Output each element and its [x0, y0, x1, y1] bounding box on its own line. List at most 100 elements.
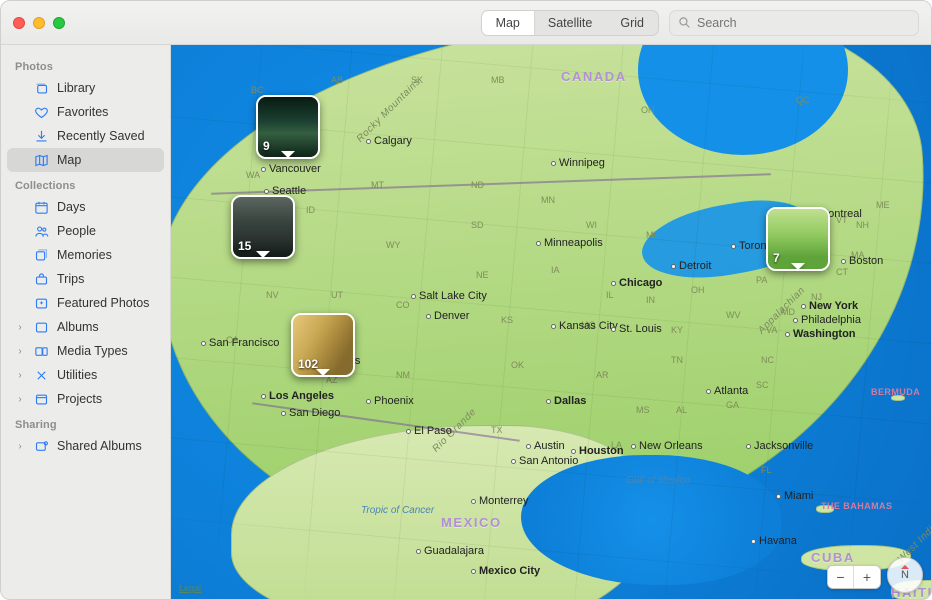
cluster-pointer-icon	[316, 369, 330, 377]
sidebar-item-projects[interactable]: › Projects	[7, 387, 164, 411]
zoom-controls: − +	[827, 565, 881, 589]
state-label: ME	[876, 200, 890, 210]
state-label: FL	[761, 465, 772, 475]
city-name: Los Angeles	[269, 390, 334, 402]
state-label: NH	[856, 220, 869, 230]
zoom-out-button[interactable]: −	[828, 566, 854, 588]
view-mode-satellite[interactable]: Satellite	[534, 11, 606, 35]
sidebar-item-favorites[interactable]: Favorites	[7, 100, 164, 124]
disclosure-chevron-icon[interactable]: ›	[15, 394, 25, 405]
city-label: New Orleans	[631, 440, 703, 452]
download-icon	[33, 128, 49, 144]
city-name: Houston	[579, 445, 624, 457]
disclosure-chevron-icon[interactable]: ›	[15, 346, 25, 357]
heart-icon	[33, 104, 49, 120]
city-label: Salt Lake City	[411, 290, 487, 302]
compass-button[interactable]: N	[887, 557, 923, 593]
sidebar-item-media-types[interactable]: ›Media Types	[7, 339, 164, 363]
city-dot-icon	[746, 444, 751, 449]
calendar-icon	[33, 199, 49, 215]
disclosure-chevron-icon[interactable]: ›	[15, 322, 25, 333]
sidebar-item-label: Map	[57, 153, 156, 167]
city-label: Jacksonville	[746, 440, 813, 452]
sidebar-item-recently-saved[interactable]: Recently Saved	[7, 124, 164, 148]
suitcase-icon	[33, 271, 49, 287]
sidebar-item-shared-albums[interactable]: ›Shared Albums	[7, 434, 164, 458]
close-window-button[interactable]	[13, 17, 25, 29]
city-name: Guadalajara	[424, 545, 484, 557]
sidebar-item-library[interactable]: Library	[7, 76, 164, 100]
state-label: AB	[331, 75, 343, 85]
state-label: AL	[676, 405, 687, 415]
state-label: MB	[491, 75, 505, 85]
city-label: Atlanta	[706, 385, 748, 397]
disclosure-chevron-icon[interactable]: ›	[15, 370, 25, 381]
state-label: WV	[726, 310, 741, 320]
sidebar-section-label: Photos	[7, 53, 164, 76]
city-label: Los Angeles	[261, 390, 334, 402]
photo-cluster[interactable]: 15	[231, 195, 295, 259]
search-input[interactable]	[697, 16, 910, 30]
state-label: ON	[641, 105, 655, 115]
sidebar-item-label: Favorites	[57, 105, 156, 119]
city-name: Phoenix	[374, 395, 414, 407]
city-dot-icon	[411, 294, 416, 299]
disclosure-chevron-icon[interactable]: ›	[15, 441, 25, 452]
state-label: IL	[606, 290, 614, 300]
state-label: QC	[796, 95, 810, 105]
city-dot-icon	[801, 304, 806, 309]
city-label: Chicago	[611, 277, 662, 289]
view-mode-segmented-control[interactable]: MapSatelliteGrid	[481, 10, 659, 36]
state-label: NC	[761, 355, 774, 365]
map-viewport[interactable]: CANADAMEXICOCUBAHAITIBERMUDATHE BAHAMASP…	[171, 45, 931, 599]
state-label: MT	[371, 180, 384, 190]
city-dot-icon	[264, 189, 269, 194]
city-label: Kansas City	[551, 320, 618, 332]
memories-icon	[33, 247, 49, 263]
window-controls	[13, 17, 65, 29]
sidebar-item-people[interactable]: People	[7, 219, 164, 243]
view-mode-grid[interactable]: Grid	[606, 11, 658, 35]
photo-cluster[interactable]: 7	[766, 207, 830, 271]
search-field[interactable]	[669, 10, 919, 36]
sidebar-item-trips[interactable]: Trips	[7, 267, 164, 291]
state-label: PA	[756, 275, 767, 285]
state-label: NV	[266, 290, 279, 300]
photo-cluster[interactable]: 9	[256, 95, 320, 159]
state-label: ID	[306, 205, 315, 215]
city-dot-icon	[571, 449, 576, 454]
city-dot-icon	[511, 459, 516, 464]
state-label: UT	[331, 290, 343, 300]
sidebar-item-days[interactable]: Days	[7, 195, 164, 219]
city-label: El Paso	[406, 425, 452, 437]
water-label: Tropic of Cancer	[361, 505, 434, 516]
state-label: SC	[756, 380, 769, 390]
sidebar-item-memories[interactable]: Memories	[7, 243, 164, 267]
city-label: San Francisco	[201, 337, 279, 349]
sidebar-section-label: Sharing	[7, 411, 164, 434]
sidebar-item-map[interactable]: Map	[7, 148, 164, 172]
sidebar-item-utilities[interactable]: ›Utilities	[7, 363, 164, 387]
city-name: Denver	[434, 310, 469, 322]
city-label: Dallas	[546, 395, 586, 407]
sidebar-item-albums[interactable]: ›Albums	[7, 315, 164, 339]
city-dot-icon	[671, 264, 676, 269]
photo-cluster[interactable]: 102	[291, 313, 355, 377]
city-label: Phoenix	[366, 395, 414, 407]
city-dot-icon	[261, 167, 266, 172]
state-label: CO	[396, 300, 410, 310]
sidebar-item-label: Projects	[57, 392, 156, 406]
city-name: Calgary	[374, 135, 412, 147]
zoom-window-button[interactable]	[53, 17, 65, 29]
sidebar-item-featured[interactable]: Featured Photos	[7, 291, 164, 315]
city-dot-icon	[731, 244, 736, 249]
zoom-in-button[interactable]: +	[854, 566, 880, 588]
map-legal-link[interactable]: Legal	[179, 583, 201, 593]
state-label: NM	[396, 370, 410, 380]
minimize-window-button[interactable]	[33, 17, 45, 29]
city-name: Washington	[793, 328, 856, 340]
city-dot-icon	[366, 399, 371, 404]
city-name: Jacksonville	[754, 440, 813, 452]
view-mode-map[interactable]: Map	[482, 11, 534, 35]
city-dot-icon	[201, 341, 206, 346]
